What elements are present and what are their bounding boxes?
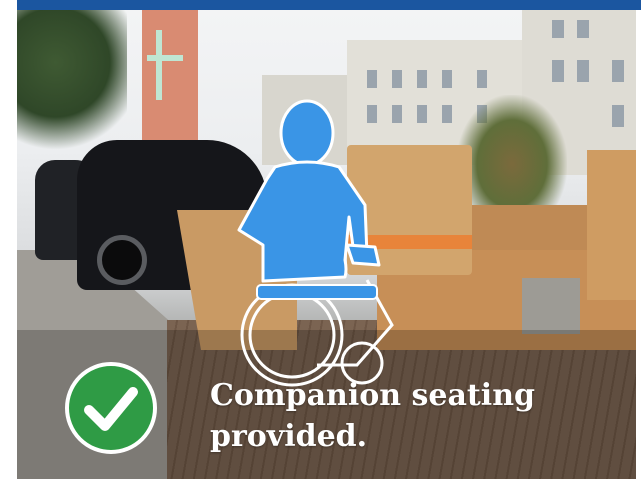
tree: [17, 10, 127, 160]
parklet-photo: Companion seating provided.: [17, 10, 636, 479]
checkmark-icon: [84, 387, 138, 431]
church-tower: [142, 10, 198, 145]
checkmark-badge: [65, 362, 157, 454]
card: Companion seating provided.: [0, 0, 641, 489]
top-accent-bar: [17, 0, 641, 10]
wheelchair-user-icon: [237, 99, 394, 387]
bench-back: [587, 150, 636, 300]
planter-plants: [457, 95, 567, 210]
bench-vent: [522, 278, 580, 334]
caption-text: Companion seating provided.: [210, 378, 535, 454]
